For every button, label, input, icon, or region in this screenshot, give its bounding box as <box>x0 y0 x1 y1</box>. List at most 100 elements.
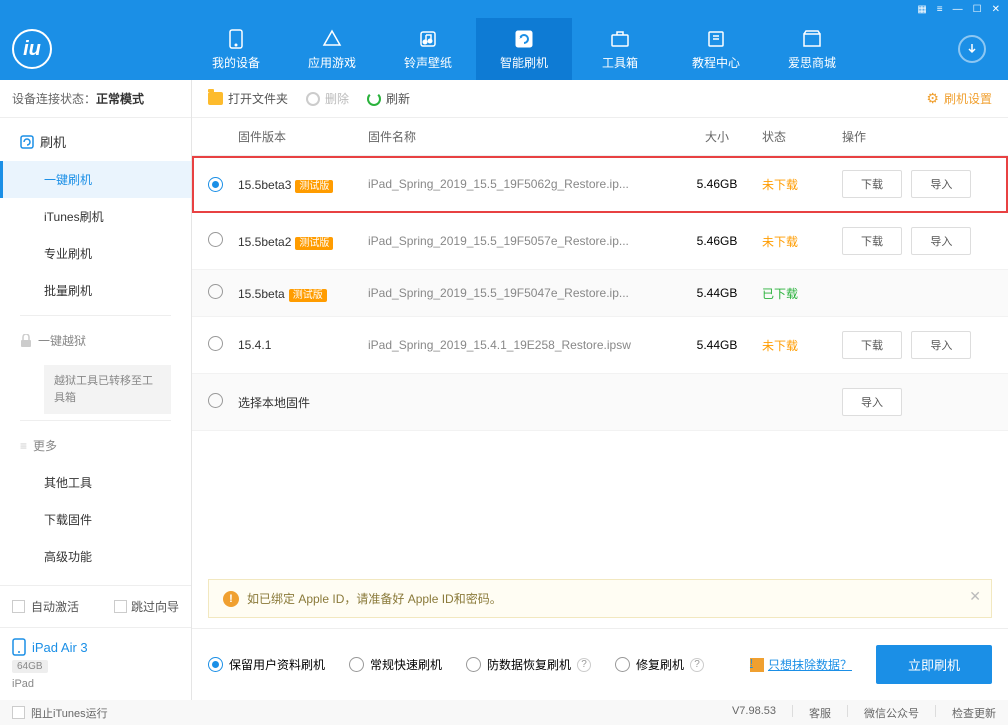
auto-activate-checkbox[interactable] <box>12 600 25 613</box>
radio-icon <box>349 657 364 672</box>
tablet-icon <box>12 638 26 656</box>
download-button[interactable]: 下载 <box>842 227 902 255</box>
sidebar-more-section[interactable]: ≡ 更多 <box>0 427 191 464</box>
firmware-list: 15.5beta3 测试版 iPad_Spring_2019_15.5_19F50… <box>192 156 1008 569</box>
nav: 我的设备 应用游戏 铃声壁纸 智能刷机 工具箱 教程中心 爱思商城 <box>188 18 958 80</box>
customer-service-link[interactable]: 客服 <box>809 705 831 721</box>
firmware-status: 已下载 <box>762 285 842 302</box>
firmware-size: 5.44GB <box>672 286 762 300</box>
firmware-row[interactable]: 15.5beta2测试版 iPad_Spring_2019_15.5_19F50… <box>192 213 1008 270</box>
import-button[interactable]: 导入 <box>842 388 902 416</box>
sidebar-item-download-firmware[interactable]: 下载固件 <box>0 501 191 538</box>
nav-shop[interactable]: 爱思商城 <box>764 18 860 80</box>
apple-id-notice: ! 如已绑定 Apple ID，请准备好 Apple ID和密码。 ✕ <box>208 579 992 618</box>
download-arrow-icon <box>966 43 978 55</box>
flash-icon <box>20 135 34 149</box>
book-icon <box>705 28 727 50</box>
titlebar-menu-icon[interactable]: ▦ <box>917 4 926 15</box>
option-keep-data[interactable]: 保留用户资料刷机 <box>208 656 325 673</box>
firmware-row[interactable]: 15.4.1 iPad_Spring_2019_15.4.1_19E258_Re… <box>192 317 1008 374</box>
open-folder-button[interactable]: 打开文件夹 <box>208 90 288 107</box>
connection-status: 设备连接状态：正常模式 <box>0 80 191 118</box>
nav-my-device[interactable]: 我的设备 <box>188 18 284 80</box>
firmware-row[interactable]: 15.5beta 测试版 iPad_Spring_2019_15.5_19F504… <box>192 270 1008 317</box>
sidebar-item-batch-flash[interactable]: 批量刷机 <box>0 272 191 309</box>
firmware-filename: iPad_Spring_2019_15.5_19F5047e_Restore.i… <box>368 286 672 300</box>
logo-icon: iu <box>12 29 52 69</box>
firmware-status: 未下载 <box>762 337 842 354</box>
header: iu 爱思助手 www.i4.cn 我的设备 应用游戏 铃声壁纸 智能刷机 工具… <box>0 18 1008 80</box>
help-icon[interactable]: ? <box>577 658 591 672</box>
gear-icon: ⚙ <box>926 90 939 107</box>
maximize-icon[interactable]: ☐ <box>973 4 982 15</box>
nav-tutorials[interactable]: 教程中心 <box>668 18 764 80</box>
firmware-status: 未下载 <box>762 176 842 193</box>
firmware-row[interactable]: 15.5beta3测试版 iPad_Spring_2019_15.5_19F50… <box>192 156 1008 213</box>
flash-now-button[interactable]: 立即刷机 <box>876 645 992 684</box>
download-button[interactable]: 下载 <box>842 170 902 198</box>
option-anti-recovery[interactable]: 防数据恢复刷机 ? <box>466 656 591 673</box>
table-header: 固件版本 固件名称 大小 状态 操作 <box>192 118 1008 156</box>
row-radio[interactable] <box>208 336 223 351</box>
firmware-version: 15.5beta <box>238 287 285 301</box>
storage-badge: 64GB <box>12 660 48 673</box>
jailbreak-moved-note: 越狱工具已转移至工具箱 <box>44 365 171 414</box>
sidebar-item-oneclick-flash[interactable]: 一键刷机 <box>0 161 191 198</box>
skip-guide-checkbox[interactable] <box>114 600 127 613</box>
firmware-size: 5.44GB <box>672 338 762 352</box>
sidebar-item-other-tools[interactable]: 其他工具 <box>0 464 191 501</box>
firmware-version: 15.5beta3 <box>238 178 291 192</box>
download-button[interactable]: 下载 <box>842 331 902 359</box>
radio-icon <box>466 657 481 672</box>
nav-apps[interactable]: 应用游戏 <box>284 18 380 80</box>
apps-icon <box>321 28 343 50</box>
music-icon <box>417 28 439 50</box>
delete-button[interactable]: 删除 <box>306 90 349 107</box>
erase-data-link[interactable]: ! 只想抹除数据？ <box>750 656 852 673</box>
firmware-version: 15.4.1 <box>238 338 271 352</box>
flash-settings-button[interactable]: ⚙ 刷机设置 <box>926 90 992 107</box>
device-info: iPad Air 3 64GB iPad <box>0 627 191 700</box>
sidebar-item-itunes-flash[interactable]: iTunes刷机 <box>0 198 191 235</box>
option-normal-flash[interactable]: 常规快速刷机 <box>349 656 442 673</box>
check-update-link[interactable]: 检查更新 <box>952 705 996 721</box>
import-button[interactable]: 导入 <box>911 170 971 198</box>
lock-icon <box>20 334 32 348</box>
firmware-size: 5.46GB <box>672 177 762 191</box>
sidebar: 设备连接状态：正常模式 刷机 一键刷机 iTunes刷机 专业刷机 批量刷机 一… <box>0 80 192 700</box>
footer: 阻止iTunes运行 V7.98.53 客服 微信公众号 检查更新 <box>0 700 1008 725</box>
local-firmware-row[interactable]: 选择本地固件 导入 <box>192 374 1008 431</box>
nav-ringtones[interactable]: 铃声壁纸 <box>380 18 476 80</box>
sidebar-flash-section[interactable]: 刷机 <box>0 122 191 161</box>
import-button[interactable]: 导入 <box>911 331 971 359</box>
import-button[interactable]: 导入 <box>911 227 971 255</box>
firmware-filename: iPad_Spring_2019_15.5_19F5057e_Restore.i… <box>368 234 672 248</box>
beta-badge: 测试版 <box>289 289 327 302</box>
sidebar-item-pro-flash[interactable]: 专业刷机 <box>0 235 191 272</box>
sidebar-jailbreak-section[interactable]: 一键越狱 <box>0 322 191 359</box>
delete-icon <box>306 92 320 106</box>
row-radio[interactable] <box>208 177 223 192</box>
refresh-icon <box>367 92 381 106</box>
row-radio[interactable] <box>208 284 223 299</box>
download-indicator[interactable] <box>958 35 986 63</box>
nav-toolbox[interactable]: 工具箱 <box>572 18 668 80</box>
minimize-icon[interactable]: — <box>953 4 963 15</box>
block-itunes-checkbox[interactable] <box>12 706 25 719</box>
refresh-icon <box>513 28 535 50</box>
refresh-button[interactable]: 刷新 <box>367 90 410 107</box>
option-repair-flash[interactable]: 修复刷机 ? <box>615 656 704 673</box>
sidebar-item-advanced[interactable]: 高级功能 <box>0 538 191 575</box>
nav-flash[interactable]: 智能刷机 <box>476 18 572 80</box>
phone-icon <box>225 28 247 50</box>
titlebar-list-icon[interactable]: ≡ <box>937 4 943 15</box>
row-radio[interactable] <box>208 232 223 247</box>
version-label: V7.98.53 <box>732 705 776 721</box>
help-icon[interactable]: ? <box>690 658 704 672</box>
radio-icon <box>615 657 630 672</box>
beta-badge: 测试版 <box>295 237 333 250</box>
wechat-link[interactable]: 微信公众号 <box>864 705 919 721</box>
row-radio[interactable] <box>208 393 223 408</box>
close-icon[interactable]: ✕ <box>992 4 1000 15</box>
notice-close-icon[interactable]: ✕ <box>969 588 981 605</box>
